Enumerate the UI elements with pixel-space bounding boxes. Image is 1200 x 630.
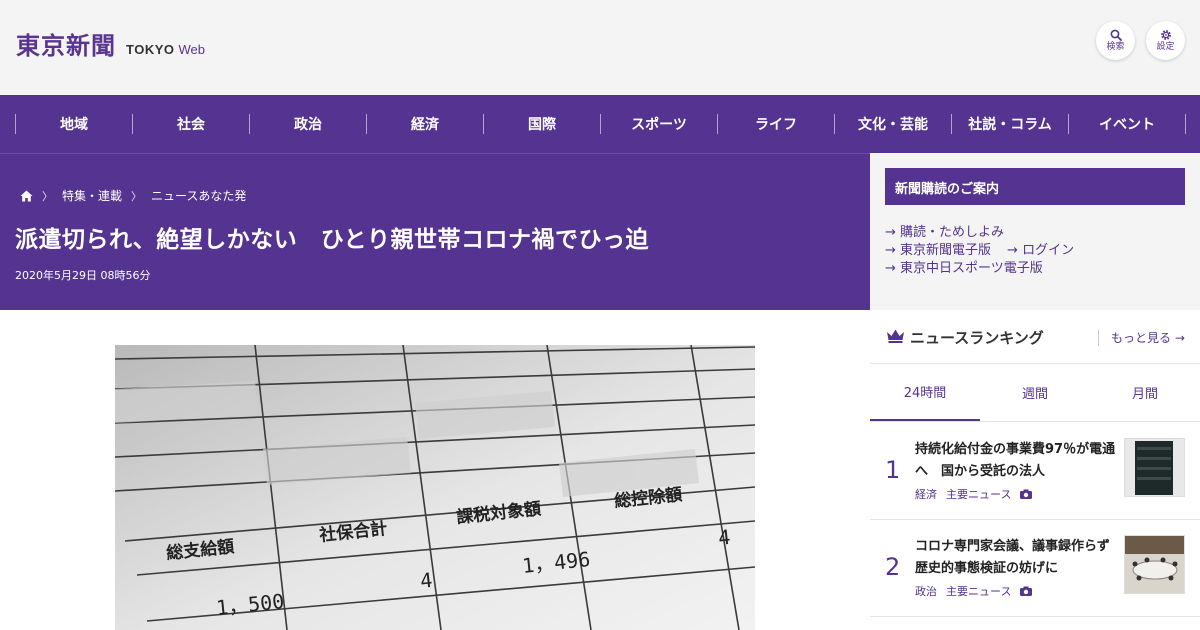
- photo-cell-value: 4: [717, 525, 731, 550]
- thumbnail-image: [1125, 536, 1184, 593]
- ranking-more-link[interactable]: もっと見る →: [1098, 330, 1185, 346]
- logo-web: Web: [178, 42, 206, 57]
- news-ranking: ニュースランキング もっと見る → 24時間 週間 月間 1 持続化給付金の事業…: [870, 310, 1200, 630]
- ranking-item-meta: 政治 主要ニュース: [915, 583, 1033, 599]
- nav-item-life[interactable]: ライフ: [717, 114, 834, 134]
- link-chunichi-sports[interactable]: 東京中日スポーツ電子版: [885, 260, 1043, 278]
- nav-item-events[interactable]: イベント: [1068, 114, 1185, 134]
- ranking-item-title[interactable]: 持続化給付金の事業費97％が電通へ 国から受託の法人: [915, 439, 1120, 483]
- thumbnail-image: [1125, 439, 1184, 496]
- search-icon: [1110, 29, 1122, 41]
- nav-item-politics[interactable]: 政治: [249, 114, 366, 134]
- tab-24h[interactable]: 24時間: [870, 364, 980, 421]
- search-button[interactable]: 検索: [1096, 21, 1135, 60]
- ranking-header: ニュースランキング もっと見る →: [870, 310, 1200, 364]
- rank-number: 2: [885, 553, 901, 581]
- link-login[interactable]: ログイン: [1007, 242, 1074, 260]
- link-digital-edition[interactable]: 東京新聞電子版: [885, 242, 991, 260]
- crown-icon: [887, 329, 904, 343]
- site-header: 東京新聞 TOKYO Web 検索 設定: [0, 0, 1200, 95]
- nav-item-editorial[interactable]: 社説・コラム: [951, 114, 1068, 134]
- nav-item-economy[interactable]: 経済: [366, 114, 483, 134]
- ranking-item-thumbnail[interactable]: [1124, 438, 1185, 497]
- ranking-tabs: 24時間 週間 月間: [870, 364, 1200, 422]
- ranking-title: ニュースランキング: [910, 329, 1044, 347]
- arrow-right-icon: →: [1174, 331, 1185, 345]
- settings-label: 設定: [1156, 42, 1175, 52]
- ranking-item-meta: 経済 主要ニュース: [915, 486, 1033, 502]
- ranking-item-tag[interactable]: 主要ニュース: [946, 486, 1011, 502]
- ranking-item[interactable]: 2 コロナ専門家会議、議事録作らず 歴史的事態検証の妨げに 政治 主要ニュース: [870, 520, 1200, 617]
- link-subscribe-trial[interactable]: 購読・ためしよみ: [885, 224, 1004, 242]
- sidebar: 新聞購読のご案内 購読・ためしよみ 東京新聞電子版 ログイン 東京中日スポーツ電…: [870, 153, 1200, 630]
- photo-cell-value: 4: [419, 568, 433, 593]
- nav-item-culture[interactable]: 文化・芸能: [834, 114, 951, 134]
- subscribe-links: 購読・ためしよみ 東京新聞電子版 ログイン 東京中日スポーツ電子版: [885, 224, 1074, 278]
- site-logo[interactable]: 東京新聞 TOKYO Web: [16, 26, 205, 61]
- main-nav: 地域 社会 政治 経済 国際 スポーツ ライフ 文化・芸能 社説・コラム イベン…: [0, 95, 1200, 153]
- subscribe-heading: 新聞購読のご案内: [885, 168, 1185, 205]
- ranking-item-tag[interactable]: 主要ニュース: [946, 583, 1011, 599]
- breadcrumb-features[interactable]: 特集・連載: [62, 187, 122, 204]
- nav-item-sports[interactable]: スポーツ: [600, 114, 717, 134]
- ranking-item-category[interactable]: 政治: [915, 583, 937, 599]
- nav-item-region[interactable]: 地域: [15, 114, 132, 134]
- home-icon[interactable]: [20, 190, 33, 202]
- ranking-more-label: もっと見る: [1111, 331, 1172, 345]
- article-header: 〉 特集・連載 〉 ニュースあなた発 派遣切られ、絶望しかない ひとり親世帯コロ…: [0, 153, 870, 310]
- ranking-item-thumbnail[interactable]: [1124, 535, 1185, 594]
- ranking-item-title[interactable]: コロナ専門家会議、議事録作らず 歴史的事態検証の妨げに: [915, 536, 1123, 580]
- article-content: 総支給額 社保合計 課税対象額 総控除額 1，500 4 1，496 4: [0, 310, 870, 630]
- breadcrumb-separator: 〉: [131, 189, 143, 203]
- gear-icon: [1160, 30, 1171, 40]
- tab-weekly[interactable]: 週間: [980, 364, 1090, 421]
- nav-item-international[interactable]: 国際: [483, 114, 600, 134]
- breadcrumb-news-anata[interactable]: ニュースあなた発: [151, 187, 246, 204]
- breadcrumb: 〉 特集・連載 〉 ニュースあなた発: [20, 187, 246, 204]
- article-title: 派遣切られ、絶望しかない ひとり親世帯コロナ禍でひっ迫: [15, 227, 650, 253]
- ranking-item-category[interactable]: 経済: [915, 486, 937, 502]
- logo-latin: TOKYO Web: [126, 42, 205, 57]
- logo-tokyo: TOKYO: [126, 42, 175, 57]
- breadcrumb-separator: 〉: [42, 189, 53, 203]
- article-photo[interactable]: 総支給額 社保合計 課税対象額 総控除額 1，500 4 1，496 4: [115, 345, 755, 630]
- rank-number: 1: [885, 456, 901, 484]
- settings-button[interactable]: 設定: [1146, 21, 1185, 60]
- camera-icon: [1020, 489, 1033, 499]
- ranking-item[interactable]: 1 持続化給付金の事業費97％が電通へ 国から受託の法人 経済 主要ニュース: [870, 423, 1200, 520]
- nav-item-society[interactable]: 社会: [132, 114, 249, 134]
- tab-monthly[interactable]: 月間: [1090, 364, 1200, 421]
- nav-divider: [1185, 114, 1186, 134]
- camera-icon: [1020, 586, 1033, 596]
- logo-kanji: 東京新聞: [16, 31, 116, 60]
- search-label: 検索: [1106, 42, 1125, 52]
- article-date: 2020年5月29日 08時56分: [15, 269, 151, 282]
- payslip-photo: 総支給額 社保合計 課税対象額 総控除額 1，500 4 1，496 4: [115, 345, 755, 630]
